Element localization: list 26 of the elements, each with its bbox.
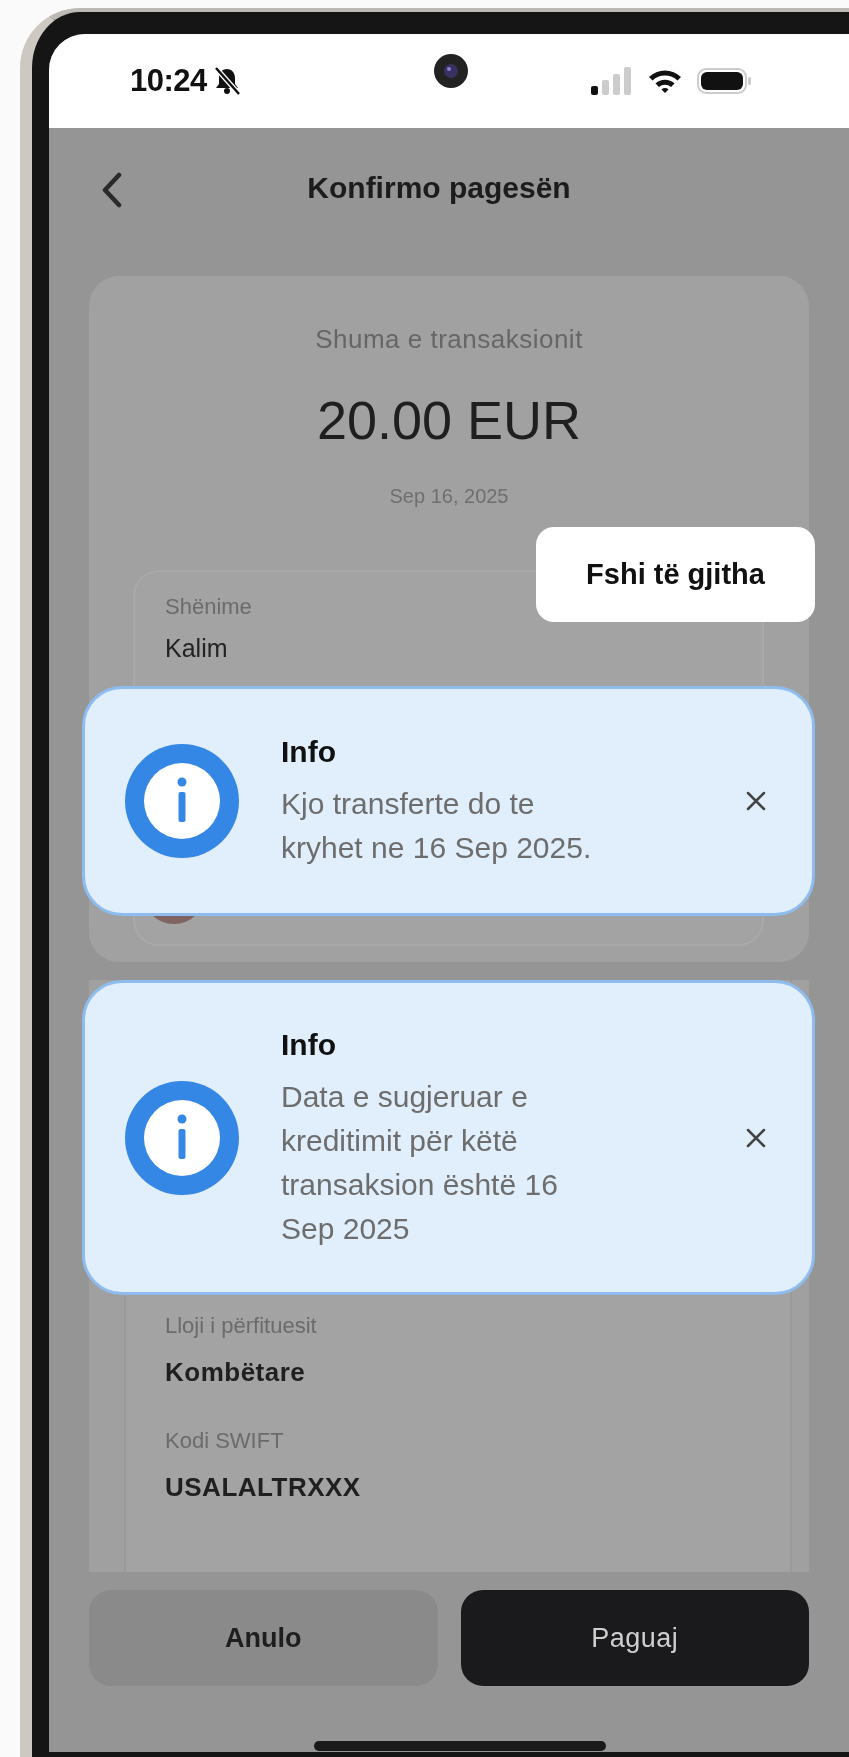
- field-label: Shënime: [165, 594, 253, 620]
- clear-all-button[interactable]: Fshi të gjitha: [536, 527, 815, 622]
- info-icon: [125, 1080, 239, 1195]
- close-icon: [746, 1127, 766, 1148]
- field-label: Lloji i përfituesit: [165, 1313, 318, 1339]
- status-time: 10:24: [130, 63, 207, 99]
- close-icon: [746, 791, 766, 811]
- camera-icon: [434, 54, 468, 88]
- field-value: Kombëtare: [165, 1357, 307, 1388]
- toast-title: Info: [281, 1026, 337, 1063]
- muted-bell-icon: [212, 66, 241, 96]
- toast-title: Info: [281, 734, 337, 770]
- field-value: USALALTRXXX: [165, 1472, 362, 1503]
- info-icon: [125, 744, 239, 858]
- back-icon[interactable]: [101, 172, 123, 208]
- toast-message: Kjo transferte do te kryhet ne 16 Sep 2025.: [281, 786, 593, 866]
- battery-icon: [697, 67, 753, 95]
- screen-title: Konfirmo pagesën: [307, 171, 571, 205]
- toast-message: Data e sugjeruar e kreditimit për këtë transaksion është 16 Sep 2025: [281, 1078, 559, 1247]
- amount-label: Shuma e transaksionit: [314, 324, 584, 355]
- signal-icon: [591, 67, 633, 95]
- field-value: Kalim: [165, 634, 229, 663]
- pay-button[interactable]: Paguaj: [460, 1590, 809, 1686]
- cancel-button[interactable]: Anulo: [89, 1590, 438, 1686]
- amount-value: 20.00 EUR: [315, 389, 583, 451]
- field-label: Kodi SWIFT: [165, 1428, 285, 1454]
